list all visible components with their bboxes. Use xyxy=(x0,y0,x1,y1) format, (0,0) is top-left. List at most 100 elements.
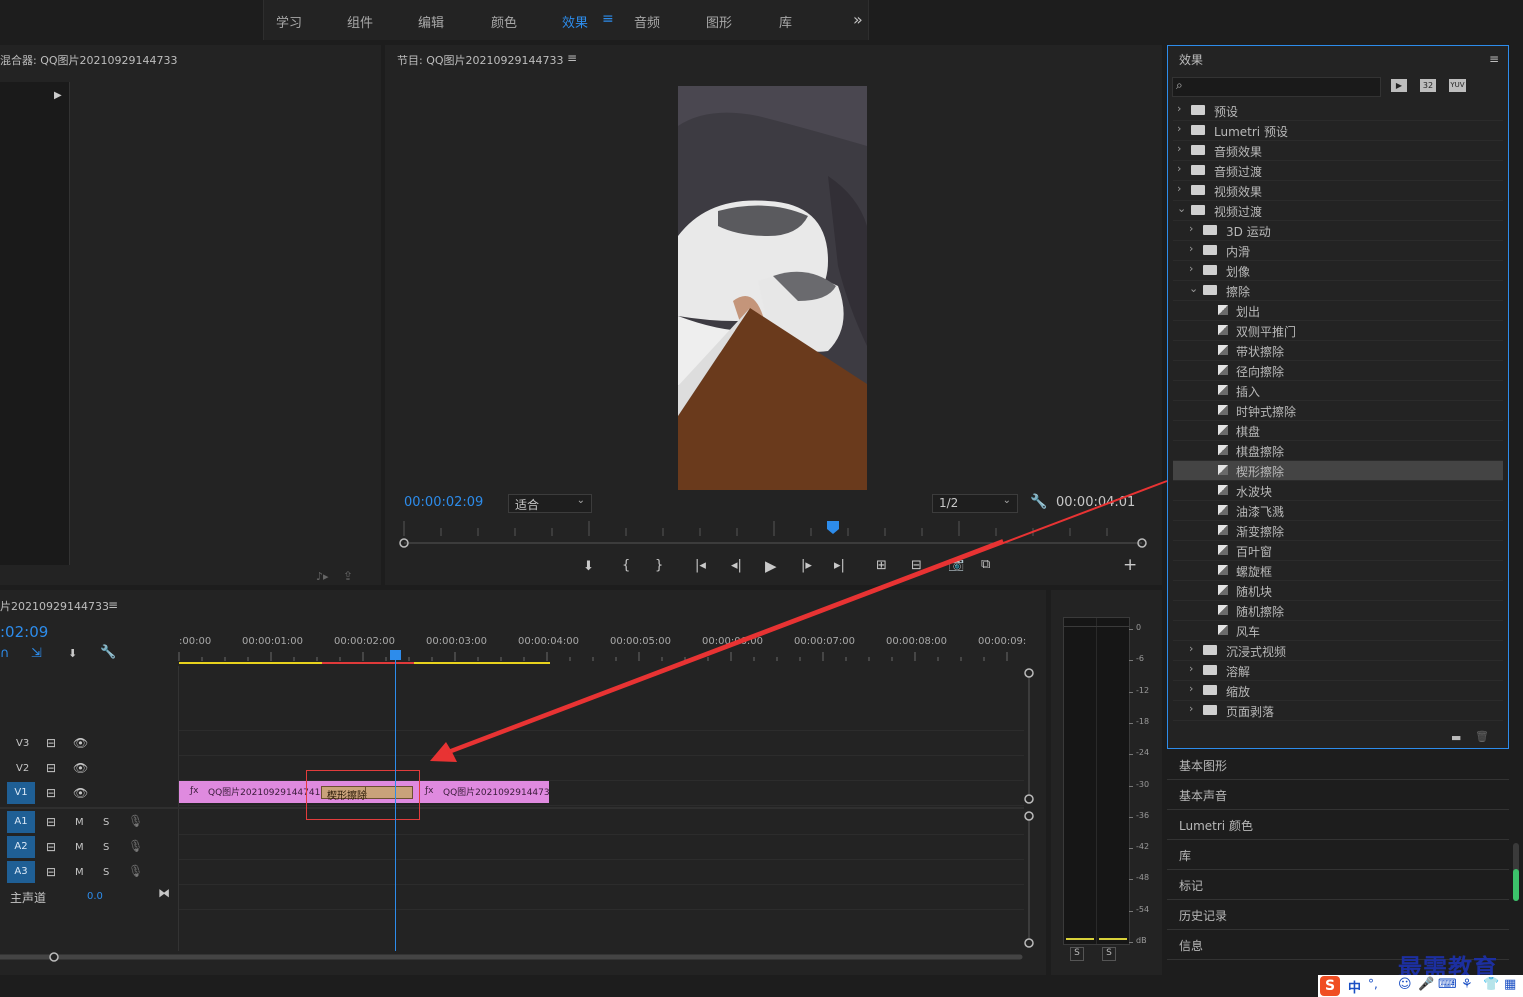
track-name-a1[interactable]: A1 xyxy=(7,811,35,833)
mute-button[interactable]: M xyxy=(75,842,84,853)
chevron-right-icon[interactable]: › xyxy=(1189,682,1193,695)
extract-icon[interactable]: ⊟ xyxy=(911,558,922,573)
timeline-timecode[interactable]: :02:09 xyxy=(0,623,48,641)
effects-item[interactable]: 划出 xyxy=(1173,301,1503,321)
sync-lock-icon[interactable]: ⊟ xyxy=(46,736,56,750)
eye-icon[interactable]: 👁 xyxy=(73,736,88,750)
solo-left-button[interactable]: S xyxy=(1070,947,1084,961)
menu-icon[interactable]: ≡ xyxy=(602,11,614,27)
eye-icon[interactable]: 👁 xyxy=(73,786,88,800)
timeline-horizontal-scrollbar[interactable] xyxy=(0,951,1030,965)
track-name-a2[interactable]: A2 xyxy=(7,836,35,858)
chevron-right-icon[interactable]: › xyxy=(1189,642,1193,655)
side-panel-tab[interactable]: 库 xyxy=(1167,840,1509,870)
trash-icon[interactable]: 🗑 xyxy=(1475,730,1489,743)
mute-button[interactable]: M xyxy=(75,867,84,878)
tab-libraries[interactable]: 库 xyxy=(779,12,792,31)
add-marker-icon[interactable]: ⬇ xyxy=(68,647,77,660)
solo-right-button[interactable]: S xyxy=(1102,947,1116,961)
sync-lock-icon[interactable]: ⊟ xyxy=(46,865,56,879)
tab-learn[interactable]: 学习 xyxy=(276,12,302,31)
mark-out-icon[interactable]: } xyxy=(655,558,663,573)
toolbox-icon[interactable]: ▦ xyxy=(1504,977,1516,992)
effects-folder[interactable]: › 沉浸式视频 xyxy=(1173,641,1503,661)
chevron-down-icon[interactable]: ⌄ xyxy=(1177,202,1186,215)
side-panel-tab[interactable]: 基本图形 xyxy=(1167,750,1509,780)
mark-in-icon[interactable]: { xyxy=(622,558,630,573)
ime-lang-toggle[interactable]: 中 xyxy=(1348,977,1361,996)
track-lane-a3[interactable] xyxy=(179,860,1024,885)
program-menu-icon[interactable]: ≡ xyxy=(567,51,577,65)
tab-graphics[interactable]: 图形 xyxy=(706,12,732,31)
track-name-v1[interactable]: V1 xyxy=(7,782,35,804)
sogou-logo-icon[interactable]: S xyxy=(1320,976,1340,996)
export-frame-icon[interactable]: 📷 xyxy=(948,557,964,572)
effects-item[interactable]: 棋盘 xyxy=(1173,421,1503,441)
side-panel-tab[interactable]: 标记 xyxy=(1167,870,1509,900)
export-audio-icon[interactable]: ♪▸ xyxy=(316,570,329,583)
effects-folder[interactable]: ⌄ 视频过渡 xyxy=(1173,201,1503,221)
voiceover-mic-icon[interactable]: 🎙 xyxy=(128,814,143,828)
effects-folder[interactable]: › 缩放 xyxy=(1173,681,1503,701)
sync-lock-icon[interactable]: ⊟ xyxy=(46,761,56,775)
effects-folder[interactable]: › 3D 运动 xyxy=(1173,221,1503,241)
new-bin-icon[interactable]: ▬ xyxy=(1451,731,1461,744)
step-forward-icon[interactable]: |▸ xyxy=(801,558,812,573)
timeline-menu-icon[interactable]: ≡ xyxy=(108,598,118,612)
play-icon[interactable]: ▶ xyxy=(765,557,777,575)
program-scrub-bar[interactable] xyxy=(397,518,1149,552)
voice-icon[interactable]: 🎤 xyxy=(1418,977,1434,992)
track-lane-v3[interactable] xyxy=(179,731,1024,756)
shirt-icon[interactable]: 👕 xyxy=(1483,977,1499,992)
effects-folder[interactable]: ⌄ 擦除 xyxy=(1173,281,1503,301)
effects-item[interactable]: 带状擦除 xyxy=(1173,341,1503,361)
effects-folder[interactable]: › 音频过渡 xyxy=(1173,161,1503,181)
emoji-icon[interactable]: ☺ xyxy=(1398,977,1412,992)
effects-item[interactable]: 时钟式擦除 xyxy=(1173,401,1503,421)
effects-folder[interactable]: › Lumetri 预设 xyxy=(1173,121,1503,141)
program-current-timecode[interactable]: 00:00:02:09 xyxy=(404,495,483,510)
clip-1[interactable]: ƒx QQ图片20210929144741. xyxy=(179,781,320,803)
go-to-edit-point-icon[interactable]: ⧓ xyxy=(158,886,170,900)
tab-assembly[interactable]: 组件 xyxy=(347,12,373,31)
effects-item[interactable]: 随机擦除 xyxy=(1173,601,1503,621)
chevron-right-icon[interactable]: › xyxy=(1177,162,1181,175)
tab-editing[interactable]: 编辑 xyxy=(418,12,444,31)
ime-punct-toggle[interactable]: °, xyxy=(1368,977,1378,991)
effects-item[interactable]: 随机块 xyxy=(1173,581,1503,601)
fit-dropdown[interactable]: 适合 ⌄ xyxy=(508,494,592,513)
effects-item[interactable]: 棋盘擦除 xyxy=(1173,441,1503,461)
effects-folder[interactable]: › 溶解 xyxy=(1173,661,1503,681)
effects-item[interactable]: 插入 xyxy=(1173,381,1503,401)
effects-menu-icon[interactable]: ≡ xyxy=(1489,52,1499,66)
chevron-right-icon[interactable]: › xyxy=(1177,102,1181,115)
playhead-line[interactable] xyxy=(395,660,396,951)
accelerated-effects-icon[interactable]: ▶ xyxy=(1391,79,1407,92)
effects-item[interactable]: 百叶窗 xyxy=(1173,541,1503,561)
timeline-settings-icon[interactable]: 🔧 xyxy=(100,645,116,660)
expand-right-icon[interactable]: ▶ xyxy=(54,90,62,101)
chevron-right-icon[interactable]: › xyxy=(1189,262,1193,275)
master-volume-value[interactable]: 0.0 xyxy=(87,891,103,902)
quality-dropdown[interactable]: 1/2 ⌄ xyxy=(932,494,1018,513)
chevron-right-icon[interactable]: › xyxy=(1189,662,1193,675)
snap-icon[interactable]: ∩ xyxy=(0,646,10,661)
solo-button[interactable]: S xyxy=(103,842,109,853)
chevron-right-icon[interactable]: › xyxy=(1189,222,1193,235)
eye-icon[interactable]: 👁 xyxy=(73,761,88,775)
keyboard-icon[interactable]: ⌨ xyxy=(1438,977,1457,992)
wrench-icon[interactable]: 🔧 xyxy=(1030,494,1047,510)
32bit-effects-icon[interactable]: 32 xyxy=(1420,79,1436,92)
tab-color[interactable]: 颜色 xyxy=(491,12,517,31)
add-button[interactable]: + xyxy=(1123,555,1137,575)
voiceover-mic-icon[interactable]: 🎙 xyxy=(128,864,143,878)
step-back-icon[interactable]: ◂| xyxy=(731,558,742,573)
tab-effects[interactable]: 效果 xyxy=(562,12,588,31)
tab-audio[interactable]: 音频 xyxy=(634,12,660,31)
linked-selection-icon[interactable]: ⇲ xyxy=(31,646,42,661)
chevron-right-icon[interactable]: › xyxy=(1177,122,1181,135)
comparison-view-icon[interactable]: ⧉ xyxy=(981,557,990,572)
effects-folder[interactable]: › 音频效果 xyxy=(1173,141,1503,161)
effects-item[interactable]: 双侧平推门 xyxy=(1173,321,1503,341)
side-panel-tab[interactable]: Lumetri 颜色 xyxy=(1167,810,1509,840)
